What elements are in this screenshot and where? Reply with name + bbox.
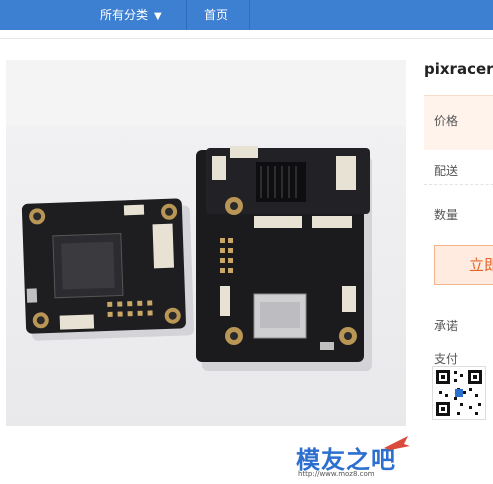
nav-home-label: 首页 — [204, 8, 229, 22]
product-photo[interactable] — [6, 126, 406, 426]
nav-divider — [249, 0, 250, 30]
caret-down-icon: ▼ — [154, 11, 162, 22]
qr-code — [432, 366, 486, 420]
header-divider — [0, 38, 493, 39]
nav-home-link[interactable]: 首页 — [204, 0, 228, 30]
top-nav: 所有分类 ▼ 首页 — [0, 0, 493, 30]
nav-all-categories-label: 所有分类 — [100, 8, 149, 22]
buy-now-button[interactable]: 立即 — [434, 245, 493, 285]
price-label: 价格 — [434, 114, 459, 128]
nav-all-categories[interactable]: 所有分类 ▼ — [100, 0, 162, 30]
site-watermark: 模友之吧 http://www.moz8.com — [296, 432, 416, 484]
flight-controller-illustration — [21, 146, 372, 371]
product-title: pixracer — [424, 60, 493, 78]
qr-code-icon — [436, 370, 482, 416]
row-divider — [424, 184, 493, 185]
nav-divider — [186, 0, 187, 30]
airplane-icon — [384, 436, 410, 450]
quantity-label: 数量 — [434, 208, 459, 222]
watermark-url: http://www.moz8.com — [298, 470, 375, 478]
promise-label: 承诺 — [434, 319, 459, 333]
payment-label: 支付 — [434, 352, 459, 366]
shipping-label: 配送 — [434, 164, 459, 178]
price-panel: 价格 — [424, 95, 493, 150]
product-gallery: 模友之吧 http://www.moz8.com — [6, 60, 410, 478]
buy-now-label: 立即 — [469, 256, 493, 274]
